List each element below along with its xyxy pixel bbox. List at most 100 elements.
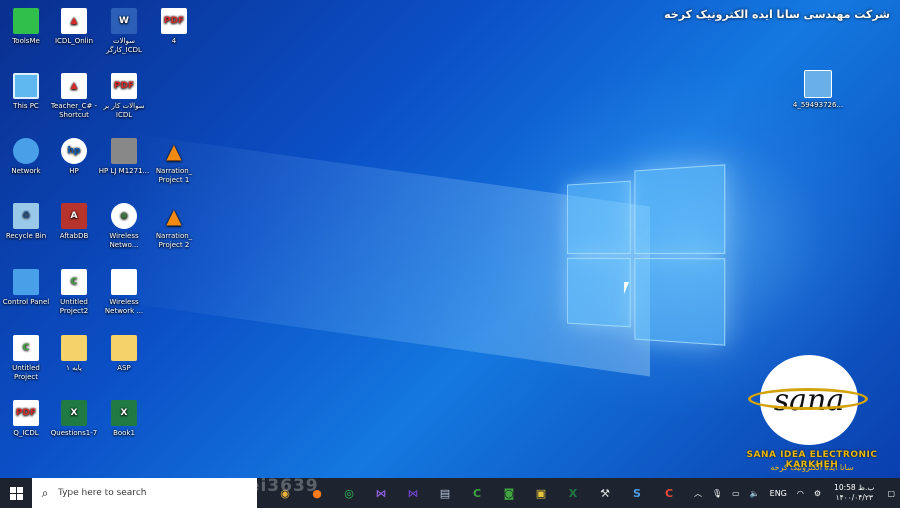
desktop-icon-label: ToolsMe [12,37,40,45]
taskbar-app-app-window[interactable]: ▤ [429,478,461,508]
taskbar-app-sana-app[interactable]: S [621,478,653,508]
pdf-icon: PDF [161,8,187,34]
image-icon [804,70,832,98]
aparat-watermark: aparat.com/farzanei3639 [55,476,319,496]
taskbar-app-whatsapp[interactable]: ◎ [333,478,365,508]
vlc-icon: ▲ [166,138,182,163]
desktop-icon-label: Wireless Netwo... [109,232,139,249]
taskbar-app-tools[interactable]: ⚒ [589,478,621,508]
desktop-icon-image[interactable]: 4_59493726... [792,70,844,110]
action-center-icon[interactable]: ▢ [887,489,895,498]
start-button[interactable] [0,478,32,508]
desktop-icon-untitled-project2[interactable]: C Untitled Project2 [48,269,100,316]
whatsapp-icon: ◎ [344,486,354,500]
desktop-icon-untitled-project[interactable]: C Untitled Project [0,335,52,382]
logo-persian-text: سانا ایده الکترونیک کرخه [770,463,854,472]
desktop-icon-label: This PC [13,102,39,110]
taskbar-app-camtasia-recorder[interactable]: ◙ [493,478,525,508]
windows-logo-pane [634,257,726,346]
desktop-icon-label: Control Panel [2,298,50,306]
volume-icon[interactable]: 🔈 [750,489,760,498]
desktop-icon-label: HP LJ M1271... [98,167,150,175]
desktop-icon-label: AftabDB [59,232,89,240]
desktop-icon-label: Narration_ Project 1 [155,167,193,184]
desktop-icon-narration-project2[interactable]: ▲ Narration_ Project 2 [148,203,200,250]
windows-start-icon [9,486,23,500]
show-hidden-icons-chevron-icon[interactable]: ︿ [694,488,702,499]
desktop-icon-label: سوالات کارگر_ICDL [106,37,142,54]
taskbar-app-camtasia-active[interactable]: C [653,478,685,508]
desktop-icon-control-panel[interactable]: Control Panel [0,269,52,307]
desktop-icon-label: پایه ۱ [66,364,82,372]
desktop-icon-folder-paye1[interactable]: پایه ۱ [48,335,100,373]
desktop-icon-questions1-7[interactable]: X Questions1-7 [48,400,100,438]
desktop-icon-label: 4_59493726... [792,101,844,109]
taskbar-app-app-square[interactable]: ▣ [525,478,557,508]
desktop-icon-label: Recycle Bin [5,232,47,240]
desktop-icon-label: Untitled Project [12,364,40,381]
desktop-icon-label: HP [69,167,79,175]
desktop-icon-label: Network [11,167,41,175]
taskbar-app-excel[interactable]: X [557,478,589,508]
microphone-icon[interactable]: 🎙 [712,489,722,498]
word-icon: W [111,8,137,34]
app-window-icon: ▤ [439,486,451,500]
desktop-icon-q-icdl[interactable]: PDF Q_ICDL [0,400,52,438]
camtasia-recorder-icon: ◙ [503,486,515,500]
clock-date: ۱۴۰۰/۰۴/۲۳ [835,493,873,502]
folder-green-icon [13,8,39,34]
windows-logo-pane [566,257,631,328]
desktop: شرکت مهندسی سانا ایده الکترونیک کرخه Too… [0,0,900,478]
taskbar-app-camtasia[interactable]: C [461,478,493,508]
pdf-icon: PDF [13,400,39,426]
desktop-icon-label: سوالات کار بر ICDL [103,102,145,119]
windows-logo-pane [566,180,631,255]
printer-icon [111,138,137,164]
desktop-icon-hp-printer[interactable]: HP LJ M1271... [98,138,150,176]
desktop-icon-teacher-shortcut[interactable]: ▲ Teacher_C# - Shortcut [48,73,100,120]
battery-icon[interactable]: ▭ [732,489,740,498]
control-panel-icon [13,269,39,295]
taskbar-apps: ◉ ● ◎ ⋈ ⋈ ▤ C ◙ ▣ X ⚒ S C [269,478,685,508]
desktop-icon-label: ASP [117,364,131,372]
desktop-icon-asp[interactable]: ASP [98,335,150,373]
desktop-icon-this-pc[interactable]: This PC [0,73,52,111]
desktop-icon-recycle-bin[interactable]: ♻ Recycle Bin [0,203,52,241]
desktop-icon-wireless-netwo[interactable]: ◉ Wireless Netwo... [98,203,150,250]
desktop-icon-hp[interactable]: hp HP [48,138,100,176]
excel-icon: X [61,400,87,426]
desktop-icon-label: Untitled Project2 [59,298,89,315]
hp-icon: hp [61,138,87,164]
excel-icon: X [568,486,578,500]
folder-icon [61,335,87,361]
clock-time: 10:58 ب.ظ [834,483,875,492]
taskbar-clock[interactable]: 10:58 ب.ظ ۱۴۰۰/۰۴/۲۳ [834,483,874,503]
desktop-icon-wireless-network-doc[interactable]: Wireless Network ... [98,269,150,316]
desktop-icon-toolsme[interactable]: ToolsMe [0,8,52,46]
language-indicator[interactable]: ENG [770,489,787,498]
desktop-icon-network[interactable]: Network [0,138,52,176]
camtasia-icon: C [13,335,39,361]
desktop-icon-book1[interactable]: X Book1 [98,400,150,438]
desktop-icon-aftabdb[interactable]: A AftabDB [48,203,100,241]
recycle-bin-icon: ♻ [13,203,39,229]
folder-icon [111,335,137,361]
wifi-icon[interactable]: ◠ [797,489,804,498]
taskbar-app-visual-studio-2[interactable]: ⋈ [397,478,429,508]
desktop-icon-narration-project1[interactable]: ▲ Narration_ Project 1 [148,138,200,185]
pdf-icon: PDF [111,73,137,99]
document-icon [111,269,137,295]
desktop-icon-word-icdl[interactable]: W سوالات کارگر_ICDL [98,8,150,55]
desktop-icon-label: Q_ICDL [13,429,39,437]
desktop-icon-pdf-icdl[interactable]: PDF سوالات کار بر ICDL [98,73,150,120]
tools-icon: ⚒ [600,486,610,500]
desktop-icon-pdf-4[interactable]: PDF 4 [148,8,200,46]
pdf-icon: ▲ [61,73,87,99]
desktop-icon-icdl-onlin[interactable]: ▲ ICDL_Onlin [48,8,100,46]
notification-settings-icon[interactable]: ⚙ [814,489,821,498]
desktop-icon-label: Teacher_C# - Shortcut [50,102,98,119]
camtasia-icon: C [61,269,87,295]
logo-ring [748,388,868,410]
taskbar-app-visual-studio[interactable]: ⋈ [365,478,397,508]
company-title: شرکت مهندسی سانا ایده الکترونیک کرخه [664,8,890,21]
